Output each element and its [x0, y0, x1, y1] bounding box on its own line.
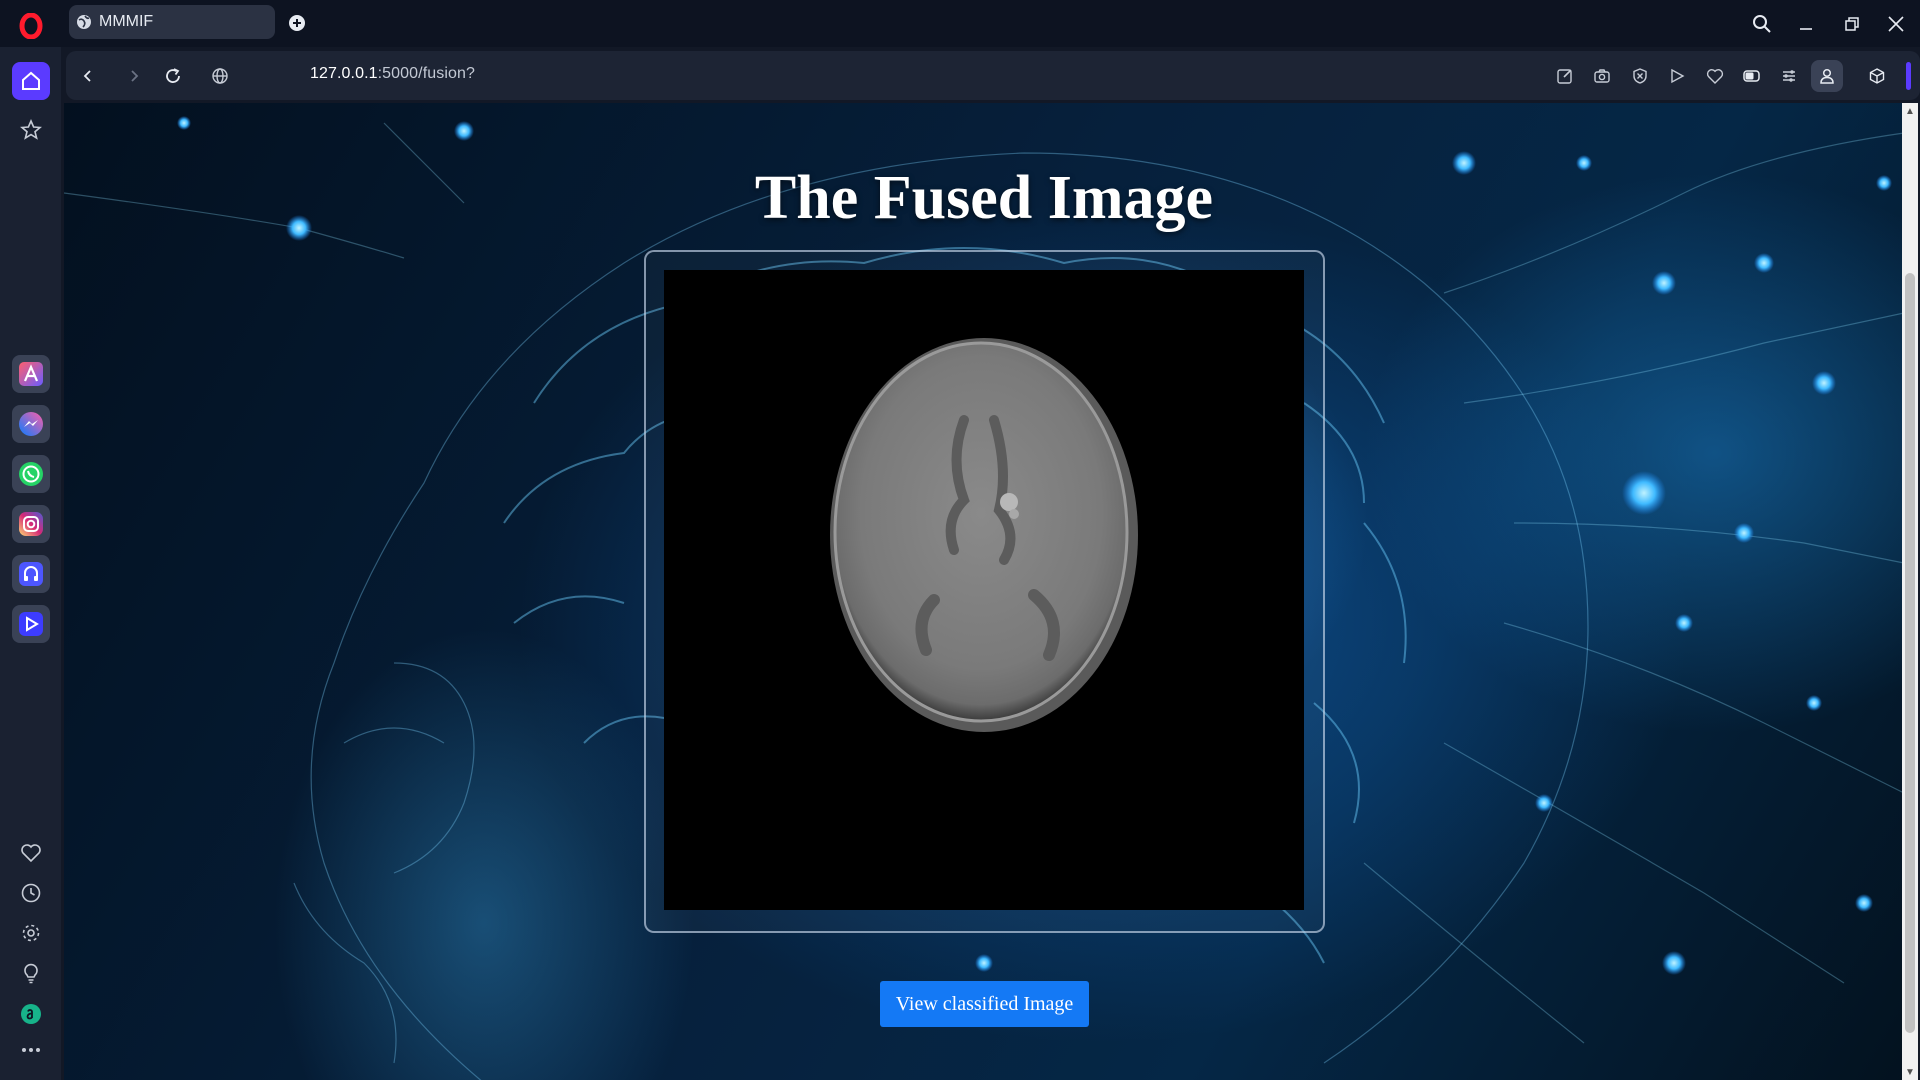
sidebar-bookmarks-button[interactable] [12, 111, 50, 149]
heart-icon [21, 844, 41, 863]
close-icon [1888, 16, 1904, 32]
url-host: 127.0.0.1 [310, 65, 378, 82]
sidebar-app-player[interactable] [12, 605, 50, 643]
bookmark-star-icon [20, 119, 42, 140]
site-info-button[interactable] [206, 62, 234, 90]
view-classified-image-button[interactable]: View classified Image [880, 981, 1089, 1027]
tab-active[interactable]: MMMIF [69, 5, 275, 39]
tab-strip: MMMIF [0, 0, 1920, 47]
profile-icon [1820, 68, 1834, 84]
more-icon [22, 1048, 40, 1052]
plus-icon [289, 15, 305, 31]
search-tabs-button[interactable] [1748, 11, 1776, 37]
amazon-icon [21, 1004, 41, 1024]
minimize-button[interactable] [1792, 11, 1820, 37]
opera-logo-icon[interactable] [16, 11, 46, 41]
camera-icon [1594, 69, 1610, 83]
toolbar-snapshot-edit-button[interactable] [1552, 63, 1578, 89]
sidebar-tips-button[interactable] [12, 954, 50, 992]
aria-icon [19, 362, 43, 386]
sidebar-more-button[interactable] [12, 1031, 50, 1069]
brain-ct-scan [830, 338, 1138, 732]
minimize-icon [1800, 28, 1812, 30]
globe-icon [212, 68, 228, 84]
chevron-left-icon [83, 70, 91, 82]
restore-icon [1845, 17, 1859, 31]
toolbar-battery-button[interactable] [1739, 63, 1765, 89]
page-scrollbar[interactable]: ▲ ▼ [1902, 103, 1918, 1080]
settings-icon [22, 924, 40, 942]
sidebar-app-instagram[interactable] [12, 505, 50, 543]
reload-button[interactable] [159, 62, 187, 90]
music-player-icon [19, 562, 43, 586]
globe-icon [77, 15, 91, 29]
instagram-icon [19, 512, 43, 536]
sidebar-app-aria[interactable] [12, 355, 50, 393]
address-toolbar: 127.0.0.1:5000/fusion? [66, 51, 1920, 100]
toolbar-extensions-button[interactable] [1864, 63, 1890, 89]
toolbar-adblock-button[interactable] [1627, 63, 1653, 89]
heart-icon [1706, 69, 1724, 84]
reload-icon [166, 68, 180, 83]
image-frame [644, 250, 1325, 933]
sidebar-favorites-button[interactable] [12, 834, 50, 872]
toolbar-player-button[interactable] [1664, 63, 1690, 89]
home-icon [22, 71, 40, 90]
play-icon [1671, 68, 1685, 84]
sidebar-settings-button[interactable] [12, 914, 50, 952]
whatsapp-icon [19, 462, 43, 486]
back-button[interactable] [74, 62, 102, 90]
toolbar-profile-button[interactable] [1811, 60, 1843, 92]
tips-icon [24, 963, 38, 984]
easy-setup-icon [1783, 70, 1795, 82]
fused-brain-scan-image [664, 270, 1304, 910]
toolbar-favorite-button[interactable] [1702, 63, 1728, 89]
sidebar-history-button[interactable] [12, 874, 50, 912]
restore-button[interactable] [1838, 11, 1866, 37]
url-path: :5000/fusion? [377, 65, 476, 82]
scroll-down-arrow-icon[interactable]: ▼ [1905, 1067, 1915, 1078]
page-title: The Fused Image [754, 164, 1214, 232]
chevron-right-icon [131, 70, 139, 82]
history-icon [21, 883, 41, 903]
sidebar-app-music[interactable] [12, 555, 50, 593]
close-button[interactable] [1882, 11, 1910, 37]
toolbar-easy-setup-button[interactable] [1776, 63, 1802, 89]
adblock-icon [1633, 68, 1647, 84]
new-tab-button[interactable] [286, 12, 308, 34]
messenger-icon [19, 412, 43, 436]
sidebar [0, 47, 61, 1080]
sidebar-home-button[interactable] [12, 62, 50, 100]
sidebar-amazon-button[interactable] [12, 995, 50, 1033]
video-player-icon [19, 612, 43, 636]
forward-button[interactable] [120, 62, 148, 90]
scroll-up-arrow-icon[interactable]: ▲ [1905, 106, 1915, 117]
edit-icon [1557, 69, 1572, 84]
search-icon [1753, 15, 1771, 33]
extensions-icon [1869, 68, 1885, 84]
tab-title: MMMIF [99, 13, 154, 30]
sidebar-app-whatsapp[interactable] [12, 455, 50, 493]
web-page: The Fused Image View classified Image [64, 103, 1904, 1080]
battery-icon [1743, 70, 1760, 82]
browser-window: MMMIF 127.0.0.1:5000/fusion? The Fused I… [0, 0, 1920, 1080]
sidebar-app-messenger[interactable] [12, 405, 50, 443]
toolbar-snapshot-button[interactable] [1589, 63, 1615, 89]
address-bar[interactable]: 127.0.0.1:5000/fusion? [310, 65, 475, 83]
scroll-thumb[interactable] [1905, 273, 1915, 1033]
sidebar-panel-indicator [1906, 62, 1911, 90]
